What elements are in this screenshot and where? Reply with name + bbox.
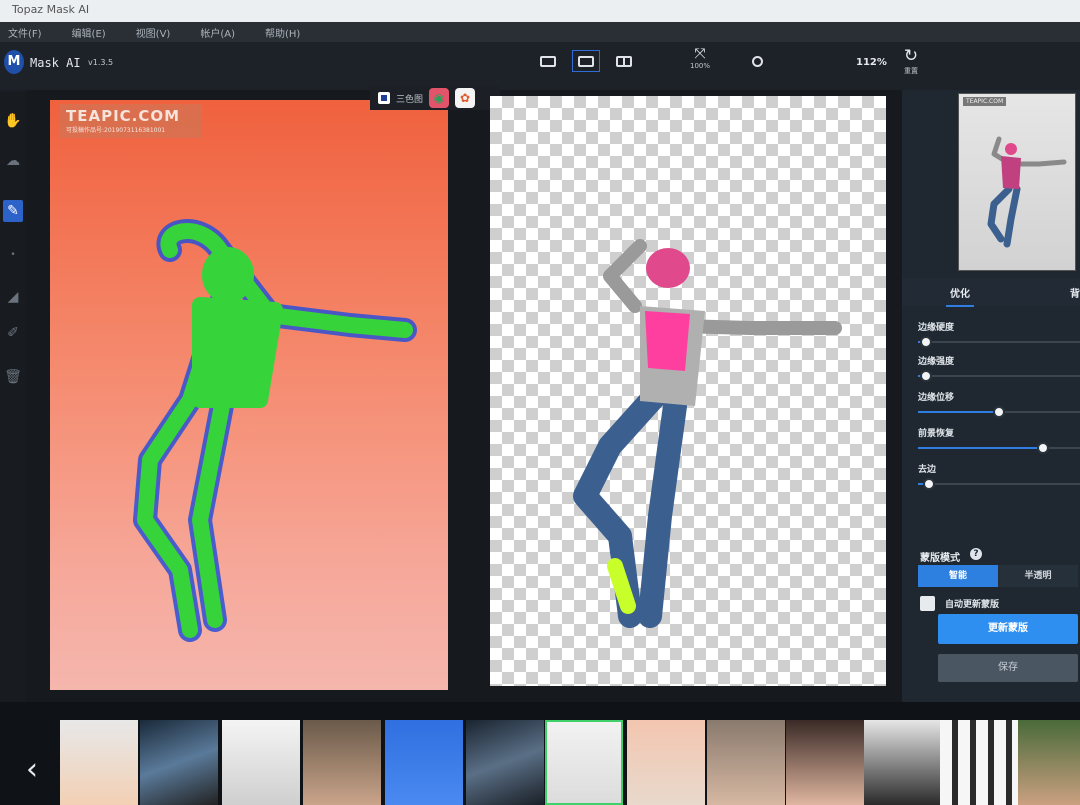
preview-figure bbox=[987, 136, 1067, 248]
dancer-silhouette bbox=[573, 239, 842, 628]
slider-knob[interactable] bbox=[920, 336, 933, 348]
filmstrip-thumb-selected[interactable] bbox=[545, 720, 623, 805]
left-tool-strip bbox=[0, 92, 26, 702]
tab-background[interactable]: 背 bbox=[1070, 285, 1080, 300]
single-view-button[interactable] bbox=[534, 50, 562, 72]
slider-label: 边缘硬度 bbox=[918, 323, 955, 333]
color-view-icon[interactable]: ✿ bbox=[455, 88, 476, 108]
watermark-line: 可投稿作品号:2019073116381001 bbox=[66, 127, 166, 134]
eraser-tool-icon[interactable]: ✐ bbox=[3, 322, 23, 344]
trimap-toggle[interactable] bbox=[378, 92, 390, 104]
filmstrip-thumb[interactable] bbox=[303, 720, 381, 805]
window-title: Topaz Mask AI bbox=[12, 3, 90, 16]
brush-size-circle-icon[interactable] bbox=[752, 56, 763, 67]
slider-knob[interactable] bbox=[1036, 442, 1049, 454]
slider-track[interactable] bbox=[918, 370, 1080, 382]
auto-update-label: 自动更新蒙版 bbox=[945, 600, 1000, 610]
trimap-label: 三色图 bbox=[396, 94, 424, 105]
filmstrip-thumb[interactable] bbox=[786, 720, 864, 805]
reset-icon: ↻ bbox=[903, 46, 919, 66]
menu-account[interactable]: 帐户(A) bbox=[200, 25, 235, 40]
app-name: Mask AI bbox=[30, 56, 81, 70]
filmstrip-thumb[interactable] bbox=[140, 720, 218, 805]
menu-bar: 文件(F) 编辑(E) 视图(V) 帐户(A) 帮助(H) bbox=[0, 22, 1080, 42]
slider-edge-shift[interactable]: 边缘位移 bbox=[918, 390, 1080, 418]
menu-view[interactable]: 视图(V) bbox=[136, 25, 171, 40]
slider-edge-strength[interactable]: 边缘强度 bbox=[918, 354, 1080, 382]
overlay-view-icon[interactable]: ◉ bbox=[429, 88, 450, 108]
filmstrip-thumb[interactable] bbox=[60, 720, 138, 805]
zoom-level[interactable]: 112% bbox=[856, 57, 887, 68]
mask-mode-title: 蒙版模式 bbox=[920, 553, 960, 564]
slider-track[interactable] bbox=[918, 406, 1080, 418]
slider-label: 去边 bbox=[918, 465, 937, 475]
preview-watermark: TEAPIC.COM bbox=[963, 97, 1007, 106]
auto-update-row: 自动更新蒙版 bbox=[920, 596, 999, 611]
mask-overlay bbox=[133, 219, 417, 642]
slider-knob[interactable] bbox=[920, 370, 933, 382]
slider-label: 边缘强度 bbox=[918, 357, 955, 367]
menu-file[interactable]: 文件(F) bbox=[8, 25, 42, 40]
filmstrip-thumb[interactable] bbox=[707, 720, 785, 805]
single-view-icon bbox=[540, 55, 556, 67]
hand-tool-icon[interactable]: ✋ bbox=[3, 110, 23, 132]
slider-track[interactable] bbox=[918, 478, 1080, 490]
split-view-icon bbox=[616, 55, 632, 67]
app-logo: M bbox=[4, 50, 24, 74]
tab-refine[interactable]: 优化 bbox=[946, 285, 974, 307]
brush-size-icon[interactable]: • bbox=[3, 244, 23, 266]
navigator-preview[interactable]: TEAPIC.COM bbox=[958, 93, 1076, 271]
mask-editing-image[interactable] bbox=[50, 100, 448, 690]
mask-mode-toggle: 智能 半透明 bbox=[918, 565, 1078, 587]
slider-track[interactable] bbox=[918, 336, 1080, 348]
update-mask-button[interactable]: 更新蒙版 bbox=[938, 614, 1078, 644]
slider-defringe[interactable]: 去边 bbox=[918, 462, 1080, 490]
fit-label: 100% bbox=[689, 62, 710, 70]
filmstrip-thumb[interactable] bbox=[385, 720, 463, 805]
filmstrip-prev-icon[interactable]: ‹ bbox=[26, 752, 38, 787]
cutout-figure bbox=[573, 239, 842, 628]
filmstrip-thumb[interactable] bbox=[1018, 720, 1080, 805]
slider-foreground-recovery[interactable]: 前景恢复 bbox=[918, 426, 1080, 454]
split-view-button[interactable] bbox=[610, 50, 638, 72]
view-mode-bar: 三色图 ◉ ✿ bbox=[370, 86, 500, 110]
slider-track[interactable] bbox=[918, 442, 1080, 454]
slider-knob[interactable] bbox=[993, 406, 1005, 418]
slider-label: 边缘位移 bbox=[918, 393, 955, 403]
expand-icon: ⤧ bbox=[694, 46, 706, 62]
panel-tabs: 优化 背 bbox=[902, 278, 1080, 307]
help-icon[interactable]: ? bbox=[970, 548, 982, 560]
filmstrip-thumb[interactable] bbox=[627, 720, 705, 805]
filmstrip-thumb[interactable] bbox=[466, 720, 544, 805]
app-version: v1.3.5 bbox=[88, 58, 114, 67]
save-button[interactable]: 保存 bbox=[938, 654, 1078, 682]
side-by-side-view-icon bbox=[578, 55, 594, 67]
window-title-bar: Topaz Mask AI bbox=[0, 0, 1080, 22]
fit-to-screen-button[interactable]: ⤧ 100% bbox=[688, 46, 712, 70]
cloud-tool-icon[interactable]: ☁ bbox=[3, 150, 23, 172]
filmstrip-thumb[interactable] bbox=[864, 720, 942, 805]
slider-label: 前景恢复 bbox=[918, 429, 955, 439]
reset-button[interactable]: ↻ 重置 bbox=[899, 46, 923, 76]
slider-edge-hardness[interactable]: 边缘硬度 bbox=[918, 320, 1080, 348]
side-by-side-view-button[interactable] bbox=[572, 50, 600, 72]
watermark: TEAPIC.COM 可投稿作品号:2019073116381001 bbox=[60, 104, 202, 138]
filmstrip-thumb[interactable] bbox=[940, 720, 1018, 805]
menu-edit[interactable]: 编辑(E) bbox=[72, 25, 106, 40]
brush-settings-tool-icon[interactable]: ✎ bbox=[3, 200, 23, 222]
mask-mode-transparent[interactable]: 半透明 bbox=[998, 565, 1078, 587]
cutout-result-image[interactable] bbox=[490, 96, 886, 686]
trash-icon[interactable]: 🗑 bbox=[3, 366, 23, 388]
menu-help[interactable]: 帮助(H) bbox=[265, 25, 300, 40]
filmstrip-thumb[interactable] bbox=[222, 720, 300, 805]
watermark-brand: TEAPIC.COM bbox=[66, 107, 181, 125]
reset-label: 重置 bbox=[904, 67, 918, 75]
mask-mode-smart[interactable]: 智能 bbox=[918, 565, 998, 587]
fill-tool-icon[interactable]: ◢ bbox=[3, 286, 23, 308]
auto-update-checkbox[interactable] bbox=[920, 596, 935, 611]
